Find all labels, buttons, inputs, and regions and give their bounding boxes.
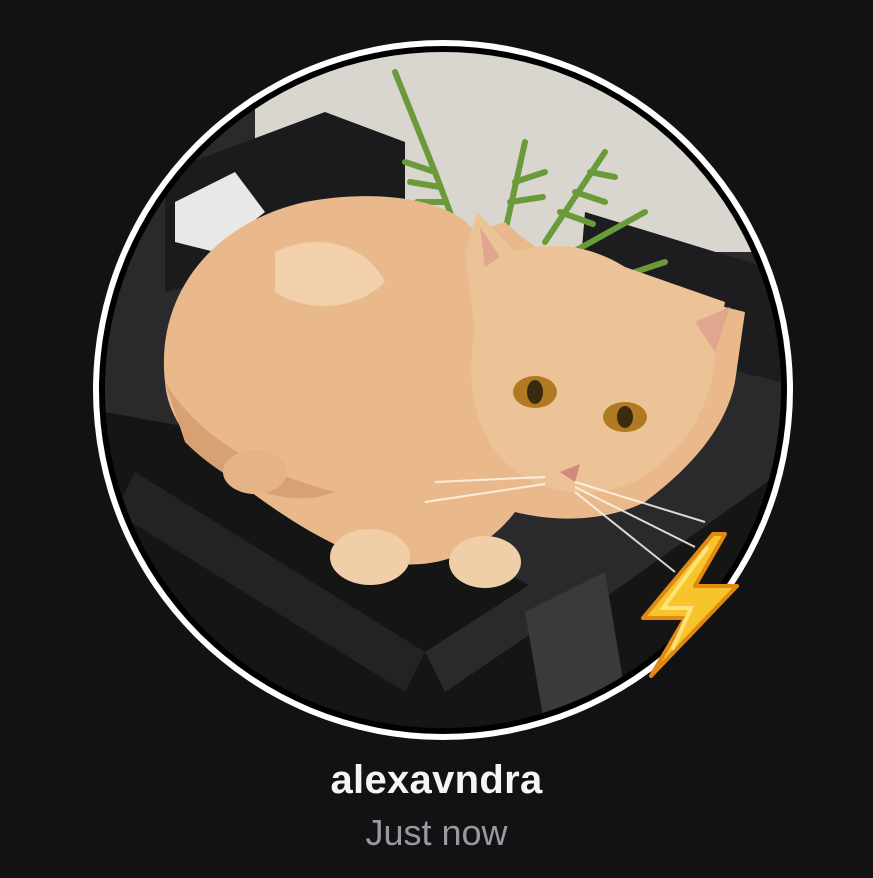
story-avatar-card: alexavndra Just now	[0, 0, 873, 878]
timestamp: Just now	[365, 812, 508, 853]
username[interactable]: alexavndra	[0, 758, 873, 803]
lightning-bolt-icon	[633, 530, 745, 680]
